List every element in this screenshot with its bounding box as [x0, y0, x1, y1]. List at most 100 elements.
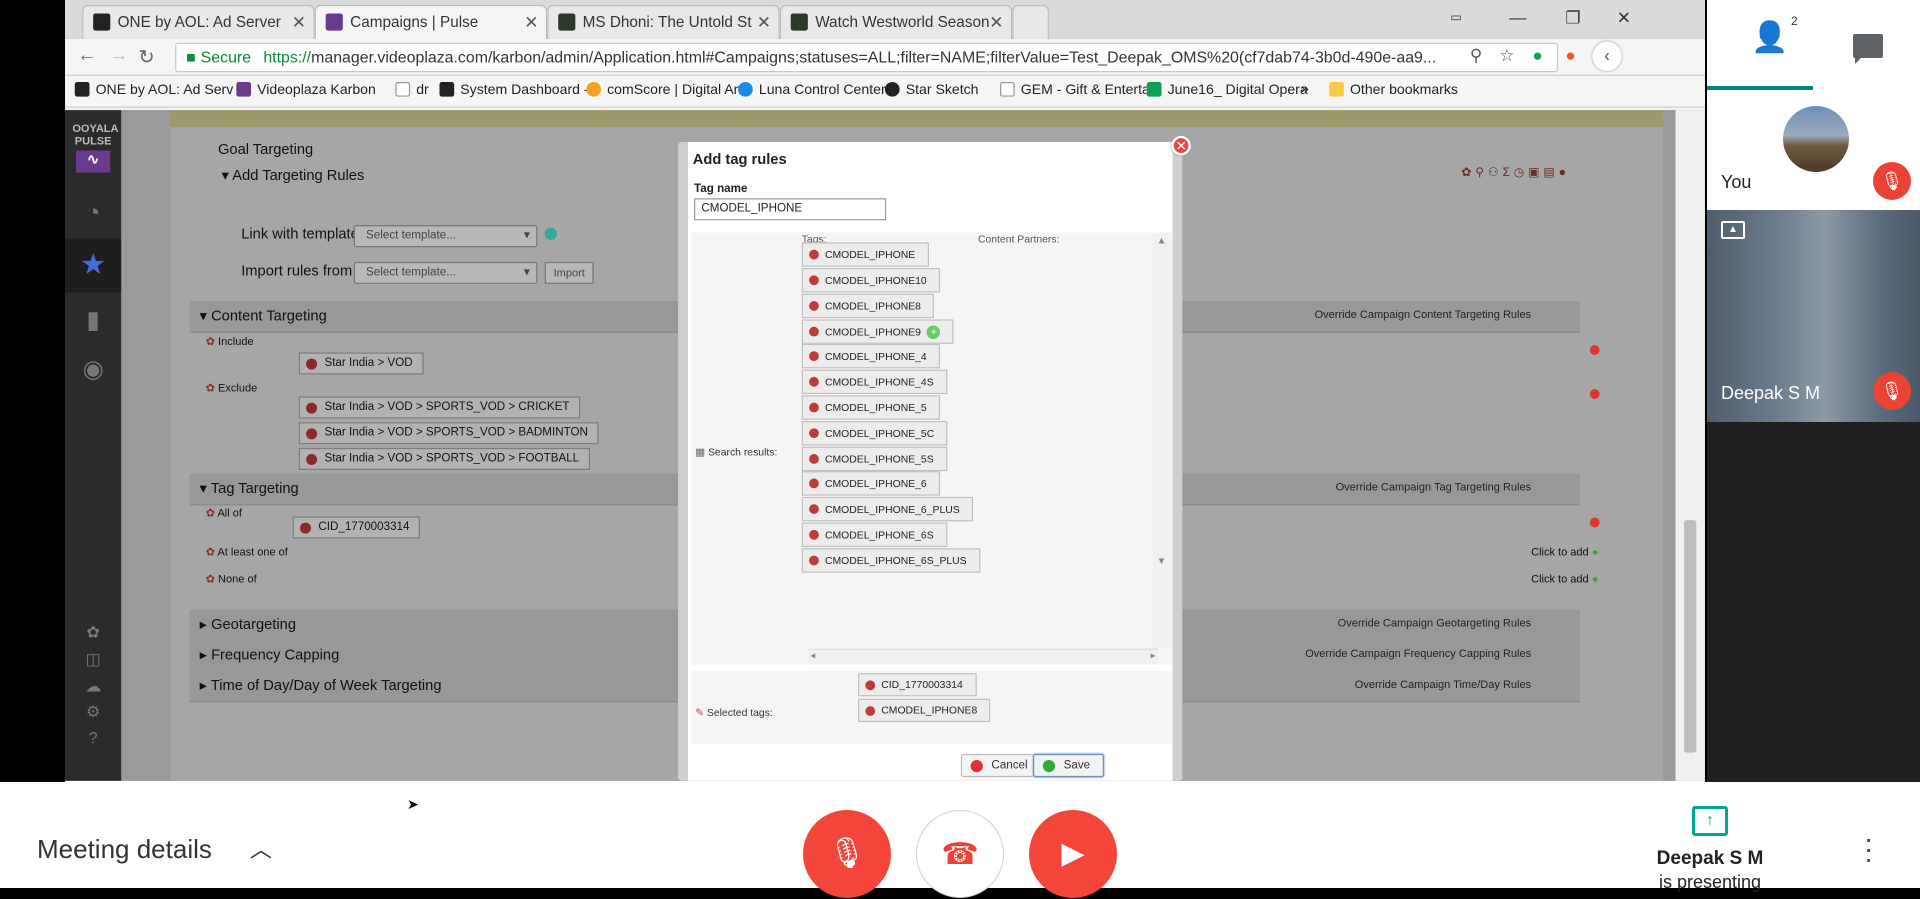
mic-toggle-button[interactable]: 🎙: [803, 810, 891, 898]
remove-icon[interactable]: [1589, 345, 1600, 355]
bookmark-star-icon[interactable]: ☆: [1499, 45, 1514, 66]
close-icon[interactable]: ✕: [524, 6, 538, 38]
left-sidebar: OOYALA PULSE ∿ ◔ ★ ▮ ◉ ✿ ◫ ☁ ⚙ ?: [65, 110, 122, 781]
pulse-logo: OOYALA PULSE ∿: [72, 122, 118, 178]
close-dialog-icon[interactable]: ✕: [1171, 135, 1191, 156]
link-template-select[interactable]: Select template...: [353, 225, 538, 248]
remove-icon[interactable]: [1589, 517, 1600, 528]
tab-campaigns[interactable]: Campaigns | Pulse ✕: [314, 4, 548, 40]
close-icon[interactable]: ✕: [989, 6, 1003, 38]
tab-westworld[interactable]: Watch Westworld Season ✕: [779, 4, 1013, 40]
eye-icon[interactable]: ◉: [78, 355, 107, 384]
restore-icon[interactable]: ❐: [1565, 7, 1580, 28]
url-input[interactable]: ■ Secure https://manager.videoplaza.com/ka…: [175, 42, 1559, 73]
end-call-button[interactable]: ☎: [916, 810, 1004, 898]
new-tab-button[interactable]: [1012, 4, 1049, 40]
selected-tag[interactable]: CMODEL_IPHONE8: [858, 698, 991, 723]
import-button[interactable]: Import: [544, 261, 594, 284]
help-icon[interactable]: ?: [78, 723, 107, 752]
result-tag[interactable]: CMODEL_IPHONE_4: [801, 343, 941, 369]
reload-icon[interactable]: ↻: [138, 45, 154, 69]
tab-dhoni[interactable]: MS Dhoni: The Untold St ✕: [547, 4, 780, 40]
rule-type-icons[interactable]: ✿⚲⚇Σ◷▣▤●: [1461, 166, 1569, 179]
bookmark-folder[interactable]: Other bookmarks: [1329, 81, 1458, 98]
all-of-tag[interactable]: CID_1770003314: [292, 516, 421, 539]
add-tag-icon[interactable]: +: [927, 325, 941, 339]
bookmark-item[interactable]: dr: [395, 81, 429, 98]
campaigns-star-icon[interactable]: ★: [65, 238, 122, 293]
user-icon[interactable]: ◫: [78, 645, 107, 674]
selected-tag[interactable]: CID_1770003314: [858, 673, 977, 697]
bookmark-item[interactable]: Luna Control Center: [738, 81, 886, 98]
page-scrollbar[interactable]: [1675, 110, 1705, 781]
minimize-icon[interactable]: —: [1509, 7, 1526, 27]
back-icon[interactable]: ←: [77, 45, 97, 67]
participant-presenter[interactable]: ▲ Deepak S M 🎙: [1707, 210, 1920, 422]
exclude-tag[interactable]: Star India > VOD > SPORTS_VOD > CRICKET: [298, 396, 581, 419]
panel-header: 👤 2: [1707, 0, 1920, 90]
help-icon[interactable]: [544, 227, 557, 240]
bookmark-item[interactable]: June16_ Digital Opera: [1146, 81, 1308, 98]
exclude-tag[interactable]: Star India > VOD > SPORTS_VOD > FOOTBALL: [298, 447, 591, 470]
grammarly-icon[interactable]: ●: [1532, 45, 1542, 65]
goal-targeting-heading: Goal Targeting: [217, 140, 314, 158]
result-tag[interactable]: CMODEL_IPHONE: [801, 242, 929, 267]
result-tag[interactable]: CMODEL_IPHONE_6_PLUS: [801, 496, 974, 522]
remove-icon[interactable]: [1589, 389, 1600, 399]
forward-icon[interactable]: →: [109, 45, 129, 67]
meeting-details-label[interactable]: Meeting details: [37, 834, 212, 865]
extension-icon[interactable]: ●: [1565, 45, 1575, 65]
close-icon[interactable]: ✕: [292, 6, 306, 38]
result-tag[interactable]: CMODEL_IPHONE_4S: [801, 369, 948, 395]
import-rules-select[interactable]: Select template...: [353, 261, 538, 284]
zoom-icon[interactable]: ⚲: [1470, 45, 1483, 66]
bookmark-item[interactable]: Star Sketch: [884, 81, 979, 98]
result-tag[interactable]: CMODEL_IPHONE_5S: [801, 446, 948, 472]
close-window-icon[interactable]: ✕: [1617, 7, 1631, 28]
result-tag[interactable]: CMODEL_IPHONE8: [801, 293, 935, 319]
tab-aol[interactable]: ONE by AOL: Ad Server ✕: [82, 4, 315, 40]
override-content-label: Override Campaign Content Targeting Rule…: [1314, 308, 1532, 321]
url-protocol: https://: [263, 47, 312, 67]
bookmark-item[interactable]: System Dashboard - .: [439, 81, 596, 98]
click-to-add[interactable]: Click to add ●: [1531, 573, 1598, 585]
include-tag[interactable]: Star India > VOD: [298, 352, 424, 375]
bookmark-item[interactable]: ONE by AOL: Ad Serv: [74, 81, 233, 98]
result-tag[interactable]: CMODEL_IPHONE_6S_PLUS: [801, 548, 981, 573]
result-tag[interactable]: CMODEL_IPHONE_5C: [801, 420, 948, 446]
reports-icon[interactable]: ▮: [78, 306, 107, 335]
more-options-icon[interactable]: · · ·: [1864, 825, 1873, 873]
result-tag[interactable]: CMODEL_IPHONE_5: [801, 395, 941, 420]
results-hscrollbar[interactable]: ◂ ▸: [807, 648, 1158, 665]
chat-icon[interactable]: [1853, 34, 1883, 64]
participant-name: You: [1721, 172, 1752, 192]
bookmark-item[interactable]: comScore | Digital An: [586, 81, 741, 98]
result-tag[interactable]: CMODEL_IPHONE_6S: [801, 522, 948, 548]
tag-name-input[interactable]: CMODEL_IPHONE: [694, 198, 887, 221]
exclude-tag[interactable]: Star India > VOD > SPORTS_VOD > BADMINTO…: [298, 422, 599, 445]
result-tag[interactable]: CMODEL_IPHONE_6: [801, 471, 941, 496]
participant-you[interactable]: You 🎙: [1707, 90, 1920, 210]
result-tag[interactable]: CMODEL_IPHONE9 +: [801, 319, 954, 344]
participant-name: Deepak S M: [1721, 383, 1821, 403]
presenting-icon[interactable]: ↑: [1692, 806, 1728, 836]
bookmark-item[interactable]: GEM - Gift & Entertai: [999, 81, 1153, 98]
chevron-up-icon[interactable]: ︿: [250, 832, 272, 864]
chevron-left-icon[interactable]: ‹: [1592, 41, 1622, 71]
cancel-button[interactable]: Cancel: [960, 753, 1042, 778]
settings-icon[interactable]: ✿: [78, 618, 107, 647]
click-to-add[interactable]: Click to add ●: [1531, 546, 1598, 558]
tab-label: MS Dhoni: The Untold St: [582, 13, 752, 31]
profile-icon[interactable]: ▭: [1450, 11, 1462, 24]
browser-chrome: ONE by AOL: Ad Server ✕ Campaigns | Puls…: [65, 0, 1705, 111]
camera-toggle-button[interactable]: ▶: [1029, 810, 1117, 898]
bookmark-item[interactable]: Videoplaza Karbon: [236, 81, 376, 98]
add-rules-toggle[interactable]: ▾ Add Targeting Rules: [222, 166, 365, 183]
meet-window: ONE by AOL: Ad Server ✕ Campaigns | Puls…: [0, 0, 1920, 898]
result-tag[interactable]: CMODEL_IPHONE10: [801, 268, 941, 293]
save-button[interactable]: Save: [1033, 753, 1104, 778]
more-bookmarks-icon[interactable]: »: [1301, 82, 1309, 97]
results-scrollbar[interactable]: ▲ ▼: [1152, 232, 1171, 649]
dashboard-icon[interactable]: ◔: [78, 198, 107, 227]
close-icon[interactable]: ✕: [757, 6, 771, 38]
